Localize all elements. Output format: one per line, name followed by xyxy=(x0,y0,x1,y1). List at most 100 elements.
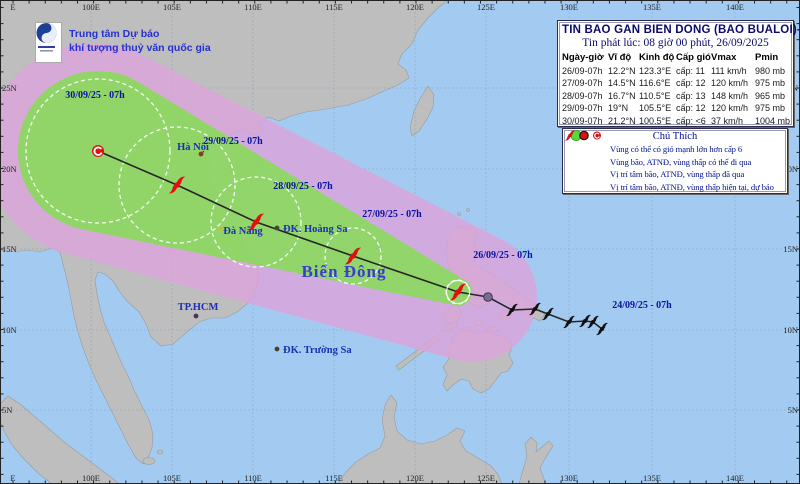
col-header-3: Cấp gió xyxy=(676,52,711,65)
lat-label-left: 5N xyxy=(2,405,12,415)
col-header-2: Kinh độ xyxy=(639,52,676,65)
typhoon-eye xyxy=(533,307,537,311)
typhoon-eye xyxy=(546,312,550,316)
forecast-cell: 16.7°N xyxy=(608,90,639,103)
legend-item-label: Vùng có thể có gió mạnh lớn hơn cấp 6 xyxy=(610,144,742,154)
forecast-cell: 975 mb xyxy=(755,102,789,115)
lat-label-left: 10N xyxy=(2,325,17,335)
lon-label-top: 115E xyxy=(325,2,343,12)
forecast-cell: cấp: 11 xyxy=(676,65,711,78)
city-dot xyxy=(194,314,199,319)
typhoon-eye xyxy=(568,134,571,137)
lon-label-bottom: 110E xyxy=(244,473,262,483)
lon-label-bottom: 125E xyxy=(477,473,495,483)
track-date-label: 29/09/25 - 07h xyxy=(203,136,263,147)
typhoon-eye xyxy=(174,182,180,188)
lat-label-left: 20N xyxy=(2,164,17,174)
col-header-5: Pmin xyxy=(755,52,789,65)
typhoon-eye xyxy=(567,320,571,324)
forecast-cell: 120 km/h xyxy=(711,102,755,115)
typhoon-eye xyxy=(455,289,461,295)
forecast-cell: cấp: 12 xyxy=(676,77,711,90)
sea-name-label: Biển Đông xyxy=(301,262,386,281)
lat-label-right: 5N xyxy=(788,405,798,415)
lon-label-top: 110E xyxy=(244,2,262,12)
forecast-cell: 19°N xyxy=(608,102,639,115)
typhoon-eye xyxy=(253,219,259,225)
emblem-graphic xyxy=(35,22,58,56)
forecast-cell: 148 km/h xyxy=(711,90,755,103)
forecast-symbols-glyph xyxy=(563,129,607,142)
agency-name-line2: khí tượng thuỷ văn quốc gia xyxy=(69,41,211,55)
forecast-cell: cấp: 13 xyxy=(676,90,711,103)
island-babuyan-2 xyxy=(467,209,470,212)
place-label: Đà Nẵng xyxy=(223,226,263,237)
forecast-cell: 110.5°E xyxy=(639,90,676,103)
forecast-cell: 27/09-07h xyxy=(562,77,608,90)
forecast-table-header: Ngày-giờVĩ độKinh độCấp gióVmaxPmin xyxy=(562,52,789,65)
lon-label-top: 105E xyxy=(163,2,181,12)
forecast-cell: 123.3°E xyxy=(639,65,676,78)
forecast-row: 30/09-07h21.2°N100.5°Ecấp: <637 km/h1004… xyxy=(562,115,789,128)
agency-logo: Trung tâm Dự báo khí tượng thuỷ văn quốc… xyxy=(35,22,211,63)
lon-label-top: E xyxy=(10,2,15,12)
forecast-cell: 30/09-07h xyxy=(562,115,608,128)
city-dot xyxy=(275,347,280,352)
legend-item: Vị trí tâm bão, ATNĐ, vùng thấp đã qua xyxy=(566,168,784,181)
bulletin-issued-time: Tin phát lúc: 08 giờ 00 phút, 26/09/2025 xyxy=(562,37,789,49)
track-date-label: 27/09/25 - 07h xyxy=(362,209,422,220)
forecast-table-body: 26/09-07h12.2°N123.3°Ecấp: 11111 km/h980… xyxy=(562,65,789,128)
forecast-cell: 965 mb xyxy=(755,90,789,103)
track-date-label: 26/09/25 - 07h xyxy=(473,250,533,261)
low-pressure-symbol xyxy=(593,132,601,140)
place-label: TP.HCM xyxy=(178,302,219,313)
lat-label-right: 15N xyxy=(783,244,798,254)
lon-label-top: 135E xyxy=(643,2,661,12)
lon-label-top: 125E xyxy=(477,2,495,12)
track-date-label: 30/09/25 - 07h xyxy=(65,90,125,101)
col-header-1: Vĩ độ xyxy=(608,52,639,65)
legend-item: Vùng có thể có gió mạnh lớn hơn cấp 6 xyxy=(566,143,784,156)
forecast-cell: cấp: <6 xyxy=(676,115,711,128)
forecast-cell: 14.5°N xyxy=(608,77,639,90)
typhoon-eye xyxy=(600,327,604,331)
typhoon-symbol xyxy=(565,131,575,141)
storm-info-box: TIN BAO GAN BIEN DONG (BAO BUALOI)- Tin … xyxy=(557,20,794,127)
typhoon-eye xyxy=(350,253,356,259)
forecast-cell: 980 mb xyxy=(755,65,789,78)
legend-rows: Vùng có thể có gió mạnh lớn hơn cấp 6 Vùn… xyxy=(566,143,784,193)
legend-box: Chú Thích Vùng có thể có gió mạnh lớn hơ… xyxy=(562,128,788,194)
forecast-cell: 100.5°E xyxy=(639,115,676,128)
forecast-cell: 29/09-07h xyxy=(562,102,608,115)
lon-label-bottom: 105E xyxy=(163,473,181,483)
forecast-table: Ngày-giờVĩ độKinh độCấp gióVmaxPmin 26/0… xyxy=(562,52,789,127)
place-label: ĐK. Hoàng Sa xyxy=(283,224,348,235)
lon-label-bottom: 120E xyxy=(406,473,424,483)
forecast-cell: 37 km/h xyxy=(711,115,755,128)
place-label: ĐK. Trường Sa xyxy=(283,345,352,356)
place-label: Hà Nội xyxy=(177,142,209,153)
lon-label-bottom: 100E xyxy=(82,473,100,483)
forecast-cell: 28/09-07h xyxy=(562,90,608,103)
forecast-cell: 12.2°N xyxy=(608,65,639,78)
filled-circle-symbol xyxy=(580,132,587,139)
lat-label-right: 10N xyxy=(783,325,798,335)
forecast-cell: 111 km/h xyxy=(711,65,755,78)
lon-label-bottom: E xyxy=(10,473,15,483)
track-date-label: 24/09/25 - 07h xyxy=(612,300,672,311)
forecast-cell: cấp: 12 xyxy=(676,102,711,115)
lon-label-top: 130E xyxy=(560,2,578,12)
lat-label-left: 25N xyxy=(2,83,17,93)
legend-item: Vùng bão, ATNĐ, vùng thấp có thể đi qua xyxy=(566,156,784,169)
island-riau-2 xyxy=(157,450,163,454)
low-pressure-symbol xyxy=(92,145,104,157)
lon-label-bottom: 140E xyxy=(726,473,744,483)
lon-label-top: 140E xyxy=(726,2,744,12)
track-date-label: 28/09/25 - 07h xyxy=(273,181,333,192)
forecast-cell: 26/09-07h xyxy=(562,65,608,78)
legend-item-label: Vùng bão, ATNĐ, vùng thấp có thể đi qua xyxy=(610,157,751,167)
typhoon-track-map: 30/09/25 - 07h 29/09/25 - 07h 28/09/25 - 0… xyxy=(0,0,800,484)
forecast-cell: 975 mb xyxy=(755,77,789,90)
agency-name-line1: Trung tâm Dự báo xyxy=(69,27,211,41)
forecast-cell: 116.6°E xyxy=(639,77,676,90)
